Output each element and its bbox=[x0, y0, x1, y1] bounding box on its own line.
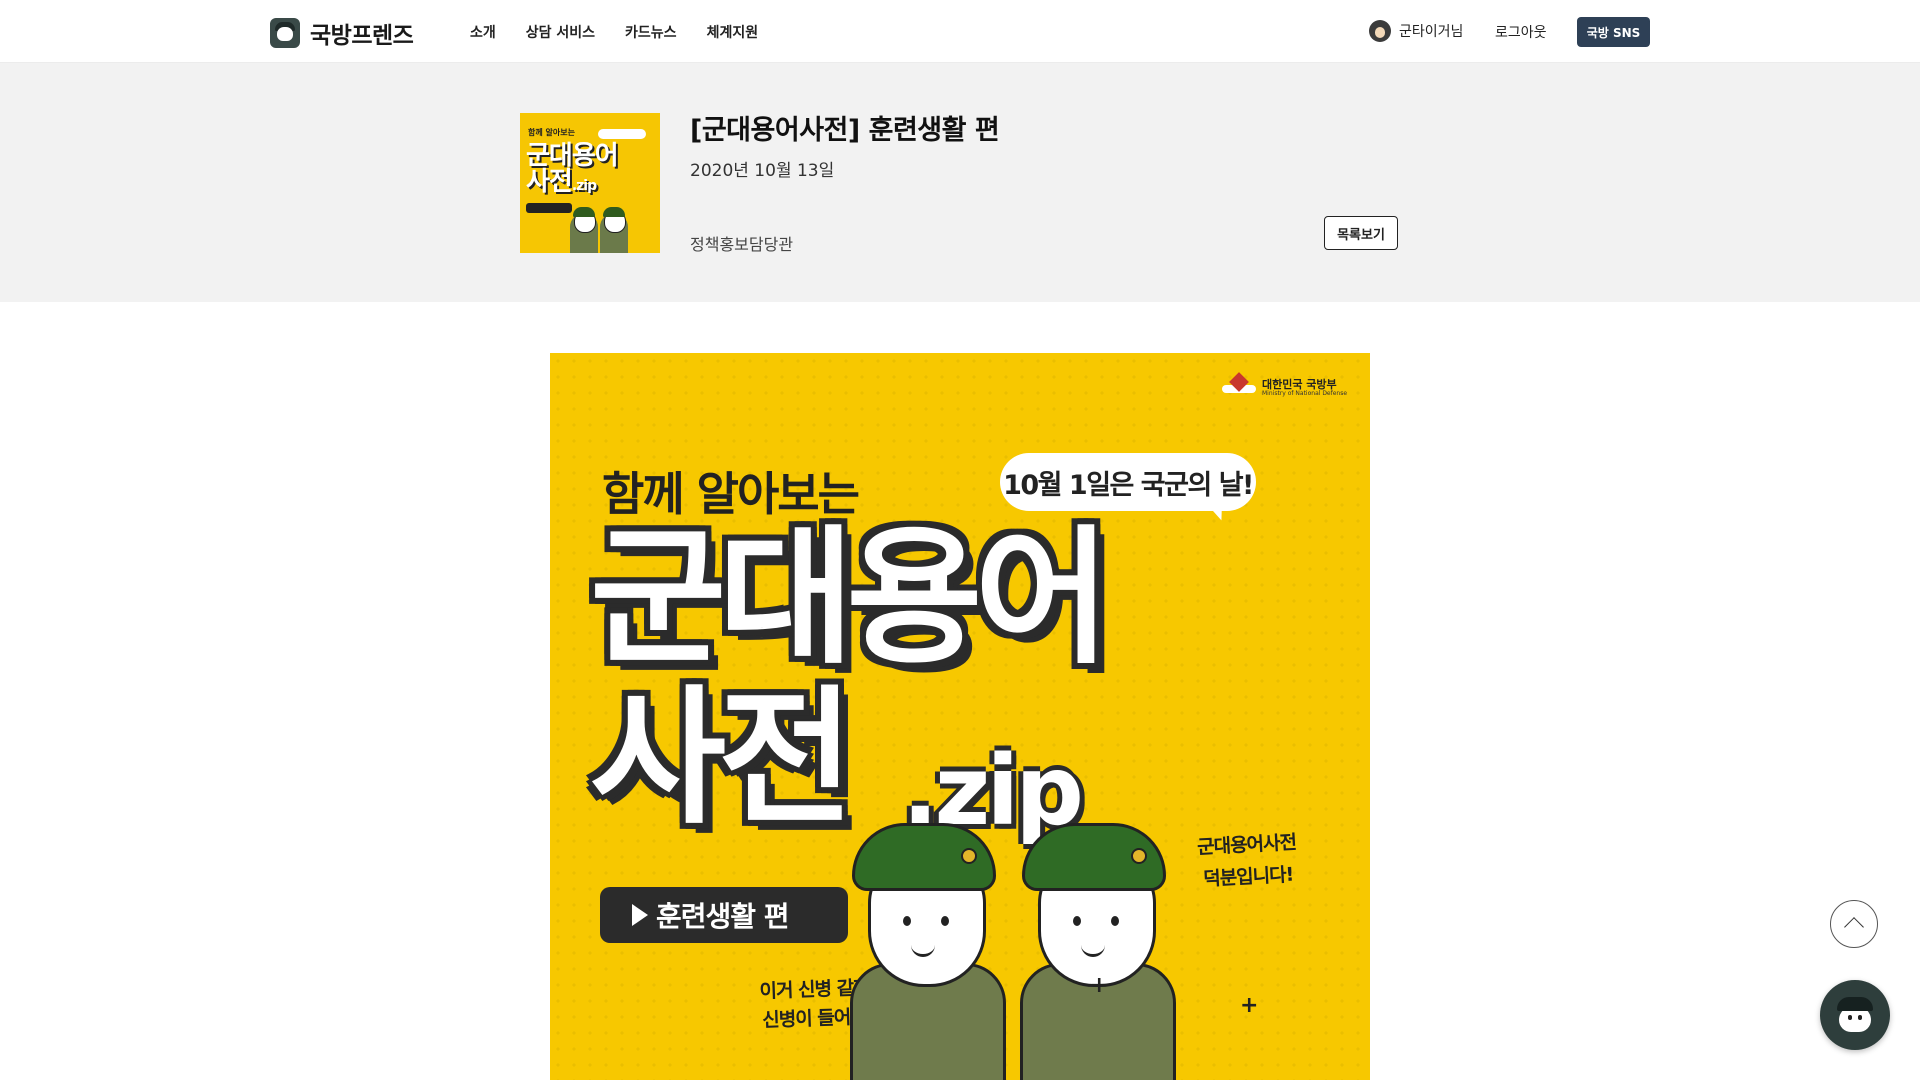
nav-item-intro[interactable]: 소개 bbox=[470, 22, 496, 42]
main-nav: 소개 상담 서비스 카드뉴스 체계지원 bbox=[470, 22, 758, 42]
user-name: 군타이거님 bbox=[1399, 24, 1464, 40]
sparkle-icon: + bbox=[1240, 993, 1259, 1018]
chatbot-button[interactable] bbox=[1820, 980, 1890, 1050]
post-title: [군대용어사전] 훈련생활 편 bbox=[690, 115, 1000, 146]
card-tag: 훈련생활 편 bbox=[600, 887, 848, 943]
ministry-name-en: Ministry of National Defense bbox=[1262, 390, 1348, 397]
post-thumbnail: 함께 알아보는 군대용어 사전.zip bbox=[520, 113, 660, 253]
card-headline-line2: 사전 bbox=[590, 672, 854, 844]
post-header bbox=[0, 63, 1920, 302]
ministry-name: 대한민국 국방부 bbox=[1262, 378, 1337, 391]
card-headline-line1: 군대용어 bbox=[590, 512, 1111, 684]
chevron-up-icon bbox=[1844, 917, 1864, 937]
logout-link[interactable]: 로그아웃 bbox=[1495, 22, 1547, 42]
speech-right: 군대용어사전 덕분입니다! bbox=[1196, 831, 1297, 891]
ministry-logo: 대한민국 국방부 Ministry of National Defense bbox=[1222, 372, 1348, 401]
thumbnail-headline: 군대용어 사전.zip bbox=[526, 141, 619, 197]
card-news-image: 대한민국 국방부 Ministry of National Defense 함께… bbox=[550, 353, 1370, 1080]
sparkle-icon: + bbox=[1090, 973, 1109, 998]
ministry-emblem-icon bbox=[1222, 372, 1256, 401]
nav-item-system-support[interactable]: 체계지원 bbox=[707, 22, 759, 42]
play-icon bbox=[632, 904, 648, 926]
site-logo[interactable]: 국방프렌즈 bbox=[270, 16, 414, 50]
user-profile[interactable]: 군타이거님 bbox=[1369, 20, 1463, 42]
thumbnail-subtitle: 함께 알아보는 bbox=[528, 128, 575, 137]
post-date: 2020년 10월 13일 bbox=[690, 161, 835, 181]
post-author: 정책홍보담당관 bbox=[690, 235, 794, 254]
top-nav-bar: 국방프렌즈 소개 상담 서비스 카드뉴스 체계지원 군타이거님 로그아웃 국방 … bbox=[0, 0, 1920, 63]
nav-item-cardnews[interactable]: 카드뉴스 bbox=[625, 22, 677, 42]
avatar bbox=[1369, 20, 1391, 42]
logo-text: 국방프렌즈 bbox=[310, 23, 414, 49]
logo-mark-icon bbox=[270, 18, 300, 48]
nav-item-counsel[interactable]: 상담 서비스 bbox=[526, 22, 595, 42]
list-view-button[interactable]: 목록보기 bbox=[1324, 216, 1398, 250]
soldier-left-illustration bbox=[850, 823, 1006, 1080]
scroll-to-top-button[interactable] bbox=[1830, 900, 1878, 948]
sns-button[interactable]: 국방 SNS bbox=[1577, 17, 1650, 47]
